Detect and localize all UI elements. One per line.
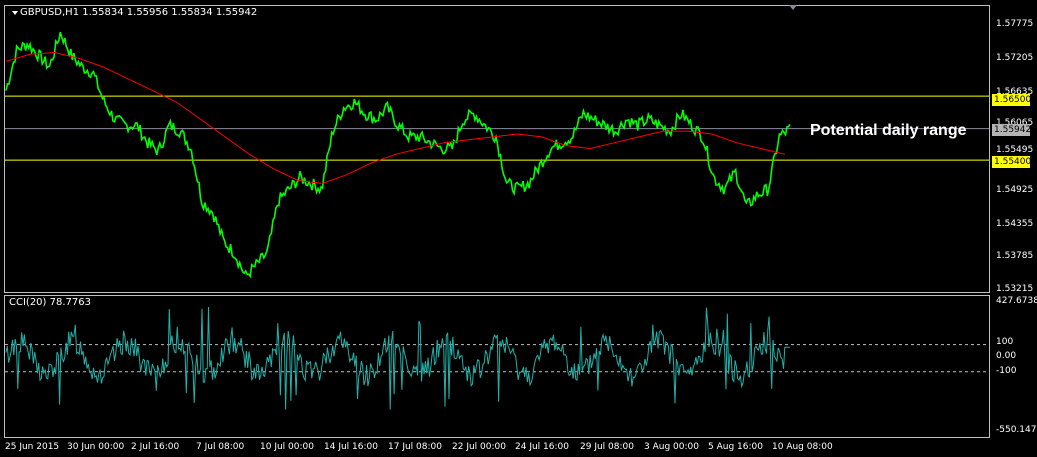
- price-axis-label: 1.57205: [996, 53, 1034, 63]
- price-axis-label: 1.55495: [996, 145, 1034, 155]
- moving-average-line: [5, 51, 786, 184]
- time-axis-label: 3 Aug 00:00: [644, 442, 699, 452]
- indicator-title: CCI(20) 78.7763: [9, 297, 91, 308]
- price-axis-label: 1.53215: [996, 284, 1034, 294]
- time-axis-label: 14 Jul 16:00: [324, 442, 378, 452]
- time-axis-label: 10 Jul 00:00: [260, 442, 314, 452]
- time-axis-label: 25 Jun 2015: [5, 442, 60, 452]
- price-axis-label: 1.54355: [996, 219, 1034, 229]
- upper-range-tag: 1.56500: [992, 94, 1032, 106]
- price-axis-label: 1.54925: [996, 185, 1034, 195]
- cci-axis-label: 427.6738: [996, 296, 1037, 306]
- price-axis-label: 1.53785: [996, 251, 1034, 261]
- cci-series: [5, 306, 790, 410]
- time-axis-label: 10 Aug 08:00: [772, 442, 833, 452]
- range-annotation: Potential daily range: [810, 122, 967, 139]
- time-axis-label: 29 Jul 08:00: [580, 442, 634, 452]
- cci-axis-label: -100: [996, 366, 1017, 376]
- cci-axis-label: -550.1471: [996, 425, 1037, 435]
- chart-title: GBPUSD,H1 1.55834 1.55956 1.55834 1.5594…: [20, 7, 258, 18]
- time-axis-label: 30 Jun 00:00: [67, 442, 125, 452]
- time-axis-label: 24 Jul 16:00: [515, 442, 569, 452]
- time-axis-label: 17 Jul 08:00: [388, 442, 442, 452]
- price-axis-label: 1.57775: [996, 19, 1034, 29]
- time-axis-label: 22 Jul 00:00: [452, 442, 506, 452]
- chart-canvas: [5, 31, 989, 410]
- cci-axis-label: 100: [996, 337, 1014, 347]
- cci-axis-label: 0.00: [996, 351, 1017, 361]
- time-axis-label: 2 Jul 16:00: [131, 442, 180, 452]
- symbol-menu-icon[interactable]: [12, 11, 18, 15]
- lower-range-tag: 1.55400: [992, 156, 1032, 168]
- time-axis-label: 5 Aug 16:00: [708, 442, 763, 452]
- time-axis-label: 7 Jul 08:00: [196, 442, 245, 452]
- current-price-tag: 1.55942: [992, 124, 1032, 136]
